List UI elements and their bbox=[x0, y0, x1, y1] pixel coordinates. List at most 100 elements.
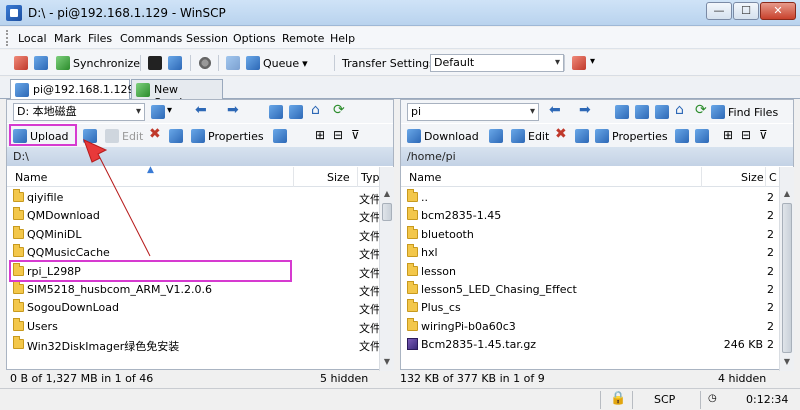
download-button[interactable]: Download bbox=[407, 127, 479, 145]
new-file-icon[interactable] bbox=[695, 129, 709, 143]
column-changed[interactable]: C bbox=[769, 171, 777, 184]
forward-arrow-icon[interactable]: ➡ bbox=[227, 102, 239, 118]
list-item[interactable]: Plus_cs 2 bbox=[401, 298, 793, 316]
forward-arrow-icon[interactable]: ➡ bbox=[579, 102, 591, 118]
select-all-icon[interactable]: ⊞ bbox=[723, 128, 733, 142]
home-icon[interactable]: ⌂ bbox=[311, 102, 320, 118]
scroll-up-icon[interactable]: ▲ bbox=[382, 189, 392, 199]
column-divider[interactable] bbox=[701, 167, 702, 187]
local-scrollbar[interactable]: ▲ ▼ bbox=[379, 167, 394, 371]
edit-button[interactable]: Edit bbox=[511, 127, 549, 145]
refresh-icon[interactable]: ⟳ bbox=[695, 102, 707, 118]
unselect-icon[interactable]: ⊟ bbox=[333, 128, 343, 142]
menu-files[interactable]: Files bbox=[88, 32, 112, 45]
sync-browse-icon[interactable] bbox=[34, 56, 48, 70]
delete-icon[interactable]: ✖ bbox=[149, 126, 161, 142]
filter-icon[interactable]: ⊽ bbox=[351, 128, 360, 142]
column-size[interactable]: Size bbox=[327, 171, 350, 184]
download-icon bbox=[407, 129, 421, 143]
list-item[interactable]: .. 2 bbox=[401, 188, 793, 206]
menu-session[interactable]: Session bbox=[186, 32, 228, 45]
select-all-icon[interactable]: ⊞ bbox=[315, 128, 325, 142]
rename-icon[interactable] bbox=[575, 129, 589, 143]
preferences-gear-icon[interactable] bbox=[198, 56, 212, 70]
menu-mark[interactable]: Mark bbox=[54, 32, 81, 45]
chevron-down-icon[interactable]: ▾ bbox=[167, 105, 172, 116]
download-options-icon[interactable] bbox=[489, 129, 503, 143]
list-item[interactable]: QQMiniDL 文件 bbox=[7, 225, 393, 243]
column-name[interactable]: Name bbox=[15, 171, 47, 184]
menu-help[interactable]: Help bbox=[330, 32, 355, 45]
remote-dir-select[interactable]: pi bbox=[407, 103, 539, 121]
list-item[interactable]: Bcm2835-1.45.tar.gz 246 KB 2 bbox=[401, 335, 793, 353]
list-item[interactable]: SIM5218_husbcom_ARM_V1.2.0.6 文件 bbox=[7, 280, 393, 298]
remote-scrollbar[interactable]: ▲ ▼ bbox=[779, 167, 794, 371]
rename-icon[interactable] bbox=[169, 129, 183, 143]
list-item[interactable]: bcm2835-1.45 2 bbox=[401, 206, 793, 224]
compare-icon[interactable] bbox=[14, 56, 28, 70]
parent-dir-icon[interactable] bbox=[635, 105, 649, 119]
remote-column-header: Name Size C bbox=[401, 167, 793, 187]
list-item[interactable]: wiringPi-b0a60c3 2 bbox=[401, 317, 793, 335]
scrollbar-thumb[interactable] bbox=[782, 203, 792, 353]
list-item[interactable]: QQMusicCache 文件 bbox=[7, 243, 393, 261]
local-drive-select[interactable]: D: 本地磁盘 bbox=[13, 103, 145, 121]
putty-icon[interactable] bbox=[168, 56, 182, 70]
scroll-down-icon[interactable]: ▼ bbox=[782, 357, 792, 367]
delete-icon[interactable]: ✖ bbox=[555, 126, 567, 142]
synchronize-button[interactable]: Synchronize bbox=[56, 54, 140, 72]
transfer-options-icon[interactable] bbox=[572, 56, 586, 70]
maximize-button[interactable]: ☐ bbox=[733, 2, 759, 20]
filter-icon[interactable]: ⊽ bbox=[759, 128, 768, 142]
column-name[interactable]: Name bbox=[409, 171, 441, 184]
tab-session-pi[interactable]: pi@192.168.1.129 bbox=[10, 79, 135, 99]
root-dir-icon[interactable] bbox=[289, 105, 303, 119]
scrollbar-thumb[interactable] bbox=[382, 203, 392, 221]
new-folder-icon[interactable] bbox=[273, 129, 287, 143]
minimize-button[interactable]: — bbox=[706, 2, 732, 20]
upload-options-icon[interactable] bbox=[83, 129, 97, 143]
tab-new-session[interactable]: New Session bbox=[131, 79, 223, 109]
open-folder-icon[interactable] bbox=[615, 105, 629, 119]
list-item[interactable]: lesson5_LED_Chasing_Effect 2 bbox=[401, 280, 793, 298]
parent-dir-icon[interactable] bbox=[269, 105, 283, 119]
list-item[interactable]: Win32DiskImager绿色免安装 文件 bbox=[7, 335, 393, 353]
scroll-down-icon[interactable]: ▼ bbox=[382, 357, 392, 367]
menu-grip bbox=[6, 30, 10, 46]
column-divider[interactable] bbox=[765, 167, 766, 187]
menu-remote[interactable]: Remote bbox=[282, 32, 324, 45]
column-divider[interactable] bbox=[293, 167, 294, 187]
edit-button[interactable]: Edit bbox=[105, 127, 143, 145]
column-divider[interactable] bbox=[357, 167, 358, 187]
menu-local[interactable]: Local bbox=[18, 32, 47, 45]
transfer-settings-select[interactable]: Default bbox=[430, 54, 564, 72]
queue-button[interactable]: Queue ▾ bbox=[246, 54, 308, 72]
back-arrow-icon[interactable]: ⬅ bbox=[549, 102, 561, 118]
list-item[interactable]: Users 文件 bbox=[7, 317, 393, 335]
separator bbox=[564, 55, 565, 71]
menu-commands[interactable]: Commands bbox=[120, 32, 182, 45]
list-item[interactable]: SogouDownLoad 文件 bbox=[7, 298, 393, 316]
column-size[interactable]: Size bbox=[741, 171, 764, 184]
list-item[interactable]: qiyifile 文件 bbox=[7, 188, 393, 206]
list-item[interactable]: bluetooth 2 bbox=[401, 225, 793, 243]
open-folder-icon[interactable] bbox=[151, 105, 165, 119]
queue-list-icon[interactable] bbox=[226, 56, 240, 70]
close-button[interactable]: ✕ bbox=[760, 2, 796, 20]
terminal-icon[interactable] bbox=[148, 56, 162, 70]
root-dir-icon[interactable] bbox=[655, 105, 669, 119]
new-folder-icon[interactable] bbox=[675, 129, 689, 143]
chevron-down-icon[interactable]: ▾ bbox=[590, 56, 595, 67]
properties-button[interactable]: Properties bbox=[191, 127, 264, 145]
find-files-action[interactable]: Find Files bbox=[711, 103, 778, 121]
list-item[interactable]: QMDownload 文件 bbox=[7, 206, 393, 224]
list-item[interactable]: lesson 2 bbox=[401, 262, 793, 280]
refresh-icon[interactable]: ⟳ bbox=[333, 102, 345, 118]
back-arrow-icon[interactable]: ⬅ bbox=[195, 102, 207, 118]
menu-options[interactable]: Options bbox=[233, 32, 275, 45]
properties-button[interactable]: Properties bbox=[595, 127, 668, 145]
home-icon[interactable]: ⌂ bbox=[675, 102, 684, 118]
scroll-up-icon[interactable]: ▲ bbox=[782, 189, 792, 199]
unselect-icon[interactable]: ⊟ bbox=[741, 128, 751, 142]
list-item[interactable]: hxl 2 bbox=[401, 243, 793, 261]
